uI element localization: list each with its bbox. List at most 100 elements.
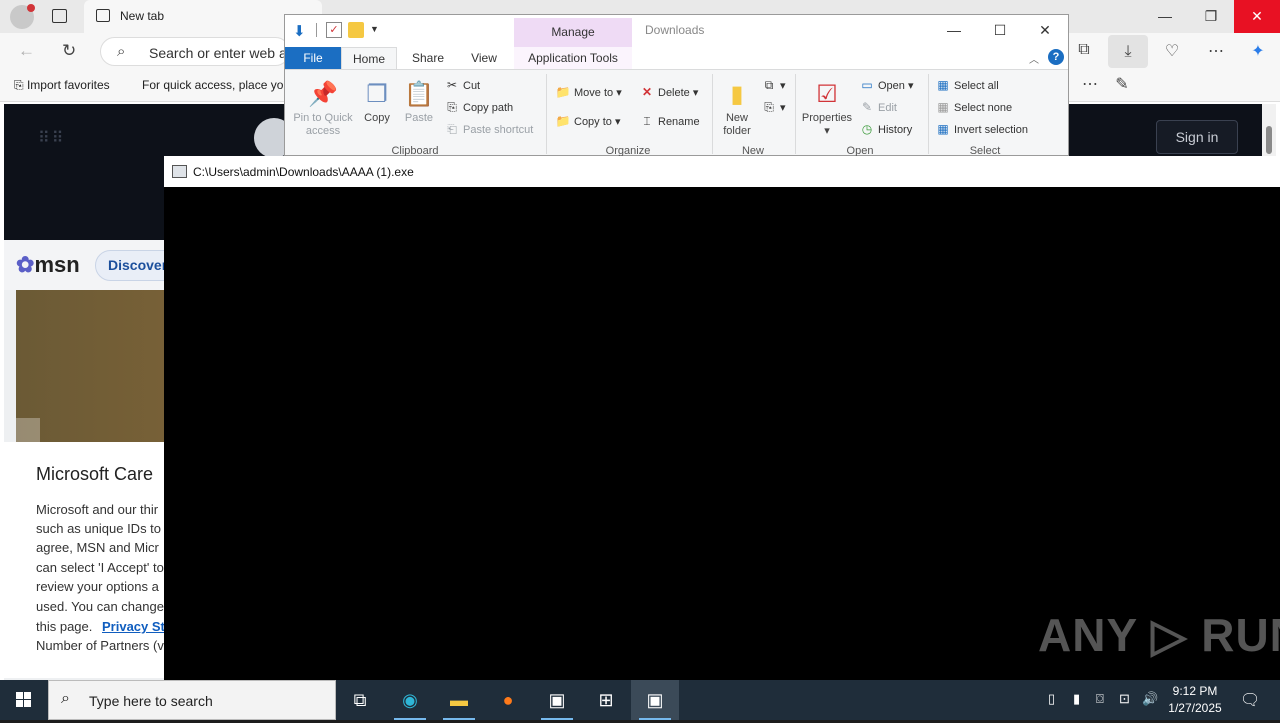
paste-shortcut-button[interactable]: ⎗ Paste shortcut — [444, 120, 533, 138]
console-window[interactable]: C:\Users\admin\Downloads\AAAA (1).exe AN… — [164, 156, 1280, 680]
move-to-button[interactable]: 📁 Move to ▾ — [555, 83, 622, 101]
minimize-button[interactable]: — — [1142, 0, 1188, 33]
taskbar-search-box[interactable]: ⌕ Type here to search — [48, 680, 336, 720]
task-view-icon[interactable]: ⧉ — [336, 680, 384, 720]
browser-essentials-icon[interactable]: ♡ — [1160, 41, 1184, 61]
consent-line-text: this page. — [36, 619, 93, 634]
select-none-icon: ▦ — [937, 100, 949, 114]
console-title: C:\Users\admin\Downloads\AAAA (1).exe — [193, 165, 414, 179]
apps-grid-icon[interactable]: ⠿⠿ — [38, 128, 65, 148]
firefox-taskbar-icon[interactable]: ● — [484, 680, 532, 720]
edge-taskbar-icon[interactable]: ◉ — [386, 680, 434, 720]
restore-button[interactable]: ❐ — [1188, 0, 1234, 33]
app-taskbar-icon[interactable]: ▣ — [533, 680, 581, 720]
ribbon-tabs: File Home Share View Application Tools ︿… — [285, 47, 1068, 69]
tab-application-tools[interactable]: Application Tools — [514, 47, 632, 69]
tablet-icon[interactable]: ▯ — [1048, 691, 1055, 707]
explorer-minimize-button[interactable]: — — [931, 15, 977, 45]
copilot-icon[interactable]: ✦ — [1246, 41, 1270, 61]
refresh-icon[interactable]: ↻ — [62, 41, 76, 61]
import-favorites-label: Import favorites — [26, 78, 110, 92]
back-icon[interactable]: ← — [18, 41, 35, 61]
address-bar[interactable]: ⌕ Search or enter web a — [100, 37, 290, 66]
edit-button[interactable]: ✎ Edit — [859, 98, 897, 116]
move-to-label: Move to — [574, 87, 614, 99]
invert-selection-button[interactable]: ▦ Invert selection — [935, 120, 1028, 138]
new-folder-quick-icon[interactable] — [348, 22, 364, 38]
properties-icon: ☑ — [816, 81, 838, 108]
explorer-title: Downloads — [645, 23, 705, 37]
import-favorites-link[interactable]: ⎘ Import favorites — [14, 78, 110, 93]
tab-view[interactable]: View — [457, 47, 511, 69]
properties-button[interactable]: ☑ Properties ▾ — [798, 80, 856, 138]
scrollbar-thumb[interactable] — [1266, 126, 1272, 154]
copy-icon: ❐ — [366, 81, 388, 108]
tab-title: New tab — [120, 9, 165, 23]
carousel-prev-icon[interactable] — [16, 418, 40, 442]
clock-date: 1/27/2025 — [1168, 701, 1222, 715]
console-taskbar-icon[interactable]: ▣ — [631, 680, 679, 720]
network-app-taskbar-icon[interactable]: ⊞ — [582, 680, 630, 720]
tab-share[interactable]: Share — [403, 47, 453, 69]
group-divider — [712, 74, 713, 154]
open-button[interactable]: ▭ Open ▾ — [859, 76, 913, 94]
delete-button[interactable]: ✕ Delete ▾ — [639, 83, 698, 101]
volume-icon[interactable]: 🔊 — [1142, 691, 1158, 707]
delete-label: Delete — [658, 87, 690, 99]
cut-button[interactable]: ✂ Cut — [444, 76, 480, 94]
system-clock[interactable]: 9:12 PM 1/27/2025 — [1162, 683, 1228, 717]
copy-button[interactable]: ❐ Copy — [359, 80, 395, 125]
consent-title: Microsoft Care — [36, 464, 154, 484]
battery-icon[interactable]: ▮ — [1073, 691, 1080, 707]
copy-path-button[interactable]: ⎘ Copy path — [444, 98, 513, 116]
settings-more-icon[interactable]: ⋯ — [1204, 41, 1228, 61]
help-icon[interactable]: ? — [1048, 49, 1064, 65]
copy-to-label: Copy to — [574, 116, 612, 128]
tab-home[interactable]: Home — [341, 47, 397, 69]
clock-time: 9:12 PM — [1172, 684, 1218, 698]
history-icon: ◷ — [861, 122, 873, 136]
notification-center-icon[interactable]: 🗨 — [1240, 690, 1260, 710]
meet-icon[interactable]: ⌼ — [1096, 691, 1104, 707]
collapse-ribbon-icon[interactable]: ︿ — [1029, 51, 1039, 66]
tab-actions-icon[interactable] — [52, 9, 67, 23]
pin-quick-access-button[interactable]: 📌 Pin to Quick access — [291, 80, 355, 138]
invert-selection-label: Invert selection — [954, 124, 1028, 136]
explorer-maximize-button[interactable]: ☐ — [977, 15, 1023, 45]
file-explorer-window: ⬇ ✓ ▼ Manage Downloads — ☐ ✕ File Home S… — [284, 14, 1069, 157]
sign-in-button[interactable]: Sign in — [1156, 120, 1238, 154]
select-none-button[interactable]: ▦ Select none — [935, 98, 1012, 116]
close-button[interactable]: ✕ — [1234, 0, 1280, 33]
profile-avatar[interactable] — [10, 4, 35, 29]
explorer-close-button[interactable]: ✕ — [1022, 15, 1068, 45]
select-all-button[interactable]: ▦ Select all — [935, 76, 998, 94]
consent-line: can select 'I Accept' to — [36, 560, 164, 575]
collections-icon[interactable]: ⧉ — [1072, 41, 1096, 59]
console-title-bar: C:\Users\admin\Downloads\AAAA (1).exe — [164, 156, 1280, 187]
properties-quick-icon[interactable]: ⬇ — [293, 22, 309, 40]
windows-logo-icon — [16, 692, 31, 707]
quick-check-icon[interactable]: ✓ — [326, 22, 342, 38]
rename-button[interactable]: ⌶ Rename — [639, 112, 700, 130]
qat-dropdown-icon[interactable]: ▼ — [370, 24, 379, 34]
network-icon[interactable]: ⊡ — [1119, 691, 1130, 707]
start-button[interactable] — [0, 680, 48, 720]
easy-access-button[interactable]: ⎘ ▾ — [761, 98, 785, 116]
pin-icon[interactable]: ✎ — [1110, 74, 1134, 94]
new-item-button[interactable]: ⧉ ▾ — [761, 76, 786, 94]
tab-file[interactable]: File — [285, 47, 341, 69]
group-divider — [795, 74, 796, 154]
copy-to-button[interactable]: 📁 Copy to ▾ — [555, 112, 621, 130]
partners-text: Number of Partners (v — [36, 638, 164, 653]
paste-button[interactable]: 📋 Paste — [399, 80, 439, 125]
more-options-icon[interactable]: ⋯ — [1078, 74, 1102, 94]
new-tab-icon — [96, 9, 110, 22]
rename-label: Rename — [658, 116, 700, 128]
history-button[interactable]: ◷ History — [859, 120, 912, 138]
consent-line: review your options a — [36, 579, 159, 594]
select-none-label: Select none — [954, 102, 1013, 114]
file-explorer-taskbar-icon[interactable]: ▬ — [435, 680, 483, 720]
privacy-statement-link[interactable]: Privacy Sta — [102, 619, 172, 634]
downloads-icon[interactable]: ⤓ — [1108, 35, 1148, 68]
new-folder-button[interactable]: ▮ New folder — [715, 80, 759, 138]
